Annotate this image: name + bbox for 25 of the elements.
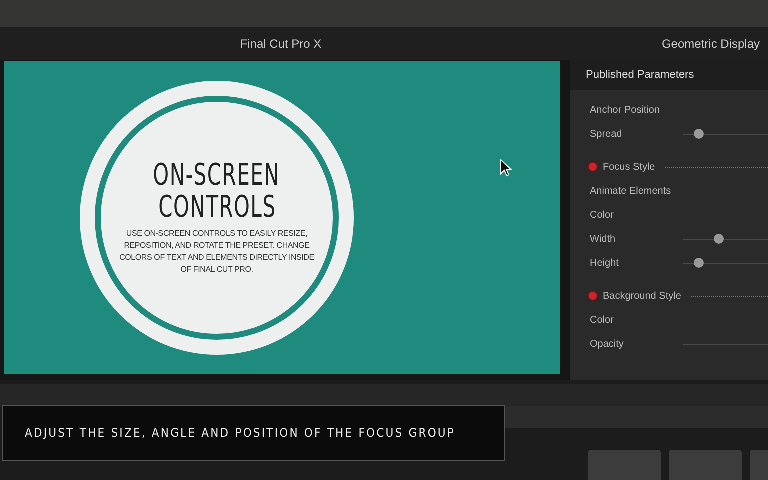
parameter-label: Width	[590, 234, 617, 244]
parameter-label: Opacity	[590, 338, 625, 350]
graphic-title: CONTROLS	[158, 192, 276, 224]
parameter-label: Color	[590, 210, 614, 220]
inspector-title: Geometric Display	[660, 36, 761, 50]
parameter-label: Spread	[590, 128, 624, 140]
graphic-title: ON-SCREEN	[154, 160, 280, 192]
parameter-label: Anchor Position	[590, 104, 660, 116]
clip-thumbnail[interactable]	[588, 450, 661, 480]
parameter-label: Color	[590, 314, 614, 326]
slider-thumb[interactable]	[714, 234, 724, 244]
parameter-label: Height	[590, 258, 620, 268]
clip-thumbnail[interactable]	[669, 450, 742, 480]
section-label: Focus Style	[603, 162, 656, 172]
caption-text: ADJUST THE SIZE, ANGLE AND POSITION OF THE FOCUS GROUP	[2, 405, 505, 461]
graphic-body-text: USE ON-SCREEN CONTROLS TO EASILY RESIZE, REPOSITION, AND ROTATE THE PRESET. CHANGE COLORS OF TEXT AND ELEMENTS DIRECTLY INSIDE OF FINAL CUT PRO.	[118, 228, 316, 276]
panel-header: Published Parameters	[570, 60, 768, 90]
window-title: Final Cut Pro X	[239, 36, 323, 50]
slider-thumb[interactable]	[694, 129, 704, 139]
slider-thumb[interactable]	[694, 258, 704, 268]
record-icon[interactable]	[588, 162, 598, 172]
record-icon[interactable]	[588, 291, 598, 301]
parameter-label: Animate Elements	[590, 186, 672, 196]
pointer-icon	[500, 159, 512, 177]
section-label: Background Style	[603, 290, 682, 302]
